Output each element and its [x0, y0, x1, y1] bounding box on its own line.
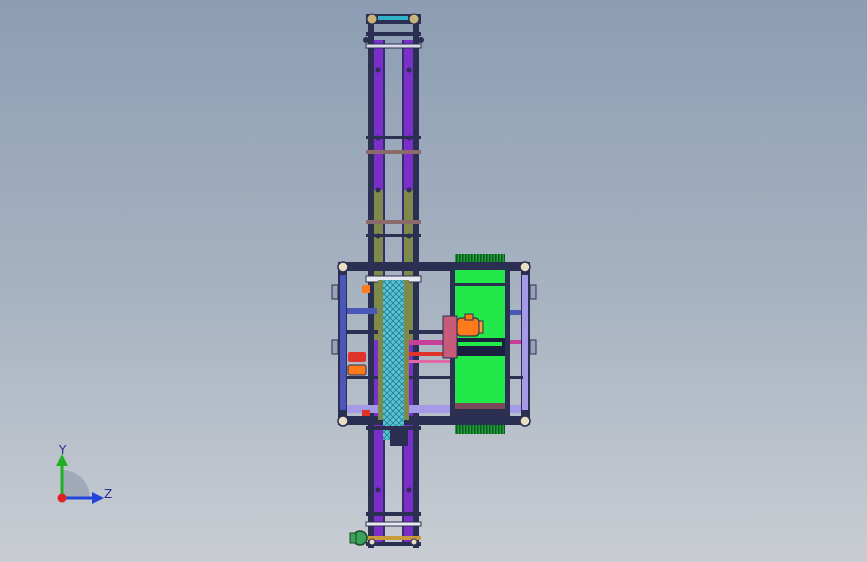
reference-triad: Y Z	[56, 443, 112, 504]
mesh-panel	[378, 280, 409, 440]
z-axis-label: Z	[104, 487, 112, 501]
y-axis-label: Y	[58, 443, 67, 457]
origin-dot-icon	[57, 493, 67, 503]
green-carriage	[450, 254, 510, 434]
graphics-viewport[interactable]: Y Z	[0, 0, 867, 562]
cad-assembly-model[interactable]	[0, 0, 867, 562]
z-arrowhead-icon	[92, 492, 104, 504]
